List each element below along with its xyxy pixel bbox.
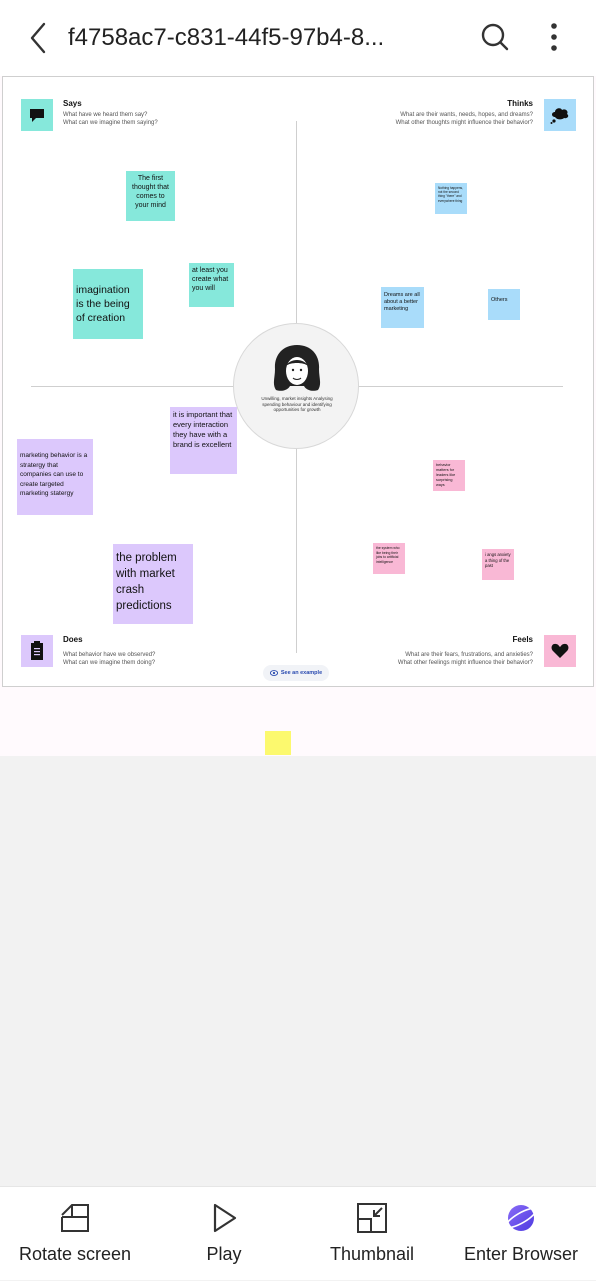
says-prompt-1: What have we heard them say?: [63, 112, 148, 118]
eye-icon: [269, 670, 278, 676]
see-example-button[interactable]: See an example: [263, 665, 329, 681]
rotate-screen-label: Rotate screen: [18, 1244, 132, 1264]
search-icon[interactable]: [478, 20, 512, 54]
rotate-screen-icon: [61, 1204, 89, 1232]
feels-title: Feels: [512, 635, 533, 644]
sticky-note[interactable]: Dreams are all about a better marketing: [381, 287, 424, 328]
play-label: Play: [206, 1244, 242, 1264]
clipboard-icon: [31, 641, 43, 660]
feels-prompt-2: What other feelings might influence thei…: [397, 660, 533, 666]
says-prompt-2: What can we imagine them saying?: [63, 120, 158, 126]
sticky-note[interactable]: the system who like being their jobs to …: [373, 543, 405, 574]
sticky-note[interactable]: Nothing happens, not the second thing "t…: [435, 183, 467, 214]
does-title: Does: [63, 635, 83, 644]
thought-cloud-icon: [550, 108, 569, 124]
sticky-note[interactable]: The first thought that comes to your min…: [126, 171, 175, 221]
thinks-prompt-2: What other thoughts might influence thei…: [395, 120, 533, 126]
sticky-note[interactable]: imagination is the being of creation: [73, 269, 143, 339]
speech-bubble-icon: [30, 109, 44, 122]
sticky-note[interactable]: the problem with market crash prediction…: [113, 544, 193, 624]
thumbnail-label: Thumbnail: [329, 1244, 415, 1264]
see-example-label: See an example: [280, 670, 323, 676]
document-title: f4758ac7-c831-44f5-97b4-8...: [68, 24, 385, 51]
planet-browser-icon: [505, 1205, 537, 1231]
sticky-note[interactable]: it is important that every interaction t…: [170, 407, 237, 474]
empathy-map-board: Unwilling, market insights Analysing spe…: [2, 76, 594, 687]
feels-quadrant-icon: [544, 635, 576, 667]
thumbnail-icon: [357, 1203, 387, 1233]
persona-circle: Unwilling, market insights Analysing spe…: [233, 323, 359, 449]
does-prompt-1: What behavior have we observed?: [63, 652, 156, 658]
feels-prompt-1: What are their fears, frustrations, and …: [405, 652, 533, 658]
heart-icon: [551, 643, 569, 658]
enter-browser-button[interactable]: Enter Browser: [447, 1187, 595, 1281]
rotate-screen-button[interactable]: Rotate screen: [1, 1187, 149, 1281]
more-options-icon[interactable]: [540, 20, 568, 54]
sticky-note[interactable]: marketing behavior is a stratergy that c…: [17, 439, 93, 515]
top-app-bar: f4758ac7-c831-44f5-97b4-8...: [0, 0, 596, 76]
does-prompt-2: What can we imagine them doing?: [63, 660, 156, 666]
persona-face-icon: [273, 345, 321, 391]
sticky-note[interactable]: behavior matters for leaders like surpri…: [433, 460, 465, 491]
does-quadrant-icon: [21, 635, 53, 667]
thinks-quadrant-icon: [544, 99, 576, 131]
play-icon: [213, 1203, 237, 1233]
says-title: Says: [63, 99, 82, 108]
thinks-title: Thinks: [507, 99, 533, 108]
back-arrow-icon[interactable]: [24, 20, 54, 56]
sticky-note[interactable]: Others: [488, 289, 520, 320]
yellow-sticky-shape[interactable]: [265, 731, 291, 755]
says-quadrant-icon: [21, 99, 53, 131]
bottom-toolbar: Rotate screen Play Thumbnail Enter Brows…: [0, 1186, 596, 1280]
thumbnail-button[interactable]: Thumbnail: [298, 1187, 446, 1281]
enter-browser-label: Enter Browser: [463, 1244, 579, 1264]
sticky-note[interactable]: i angs anxiety a thing of the past: [482, 549, 514, 580]
document-canvas[interactable]: Unwilling, market insights Analysing spe…: [0, 76, 596, 756]
play-button[interactable]: Play: [150, 1187, 298, 1281]
sticky-note[interactable]: at least you create what you will: [189, 263, 234, 307]
persona-description: Unwilling, market insights Analysing spe…: [261, 396, 333, 412]
thinks-prompt-1: What are their wants, needs, hopes, and …: [400, 112, 533, 118]
